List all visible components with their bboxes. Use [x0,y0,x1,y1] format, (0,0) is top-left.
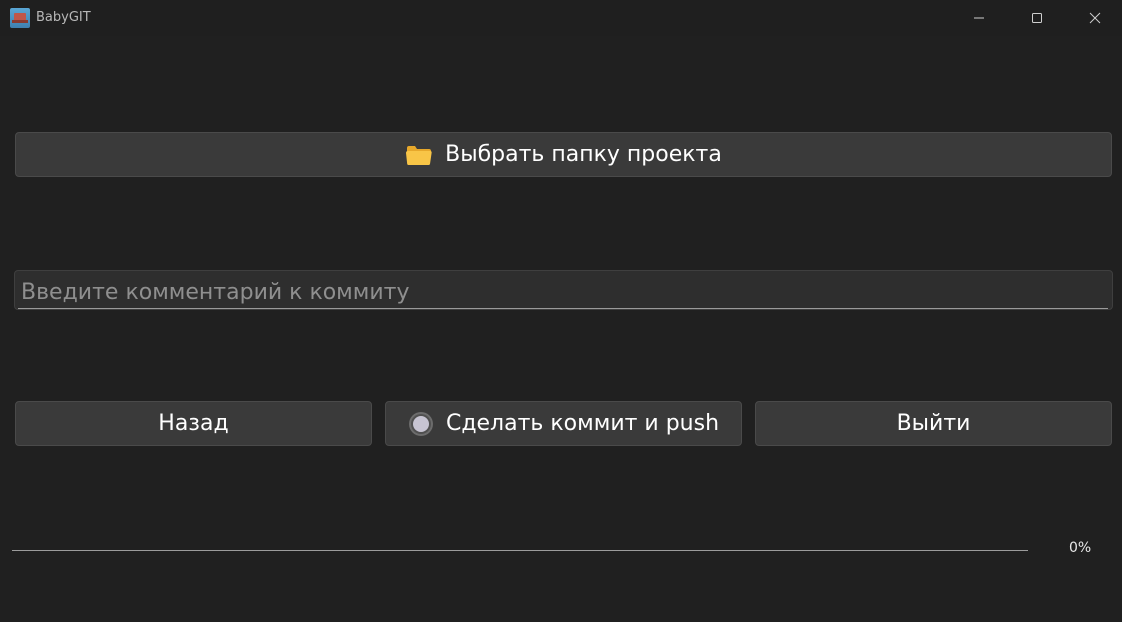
commit-push-button[interactable]: Сделать коммит и push [385,401,742,446]
maximize-button[interactable] [1008,0,1066,36]
app-icon [10,8,30,28]
radio-circle-icon [408,411,434,437]
exit-label: Выйти [896,411,971,436]
commit-message-field[interactable] [14,270,1113,310]
minimize-icon [974,17,984,19]
exit-button[interactable]: Выйти [755,401,1112,446]
close-button[interactable] [1066,0,1122,36]
input-underline [18,308,1108,309]
progress-percent: 0% [1069,540,1092,556]
folder-icon [405,143,433,167]
back-label: Назад [158,411,229,436]
window-title: BabyGIT [36,10,91,25]
commit-message-input[interactable] [15,271,1112,309]
minimize-button[interactable] [950,0,1008,36]
maximize-icon [1032,13,1042,23]
commit-push-label: Сделать коммит и push [445,411,720,436]
app-window: BabyGIT Выбрать папку проекта Введите ко… [0,0,1122,622]
select-folder-button[interactable]: Выбрать папку проекта [15,132,1112,177]
title-bar[interactable]: BabyGIT [0,0,1122,36]
select-folder-label: Выбрать папку проекта [445,142,722,167]
close-icon [1089,12,1101,24]
back-button[interactable]: Назад [15,401,372,446]
progress-bar [12,550,1028,552]
